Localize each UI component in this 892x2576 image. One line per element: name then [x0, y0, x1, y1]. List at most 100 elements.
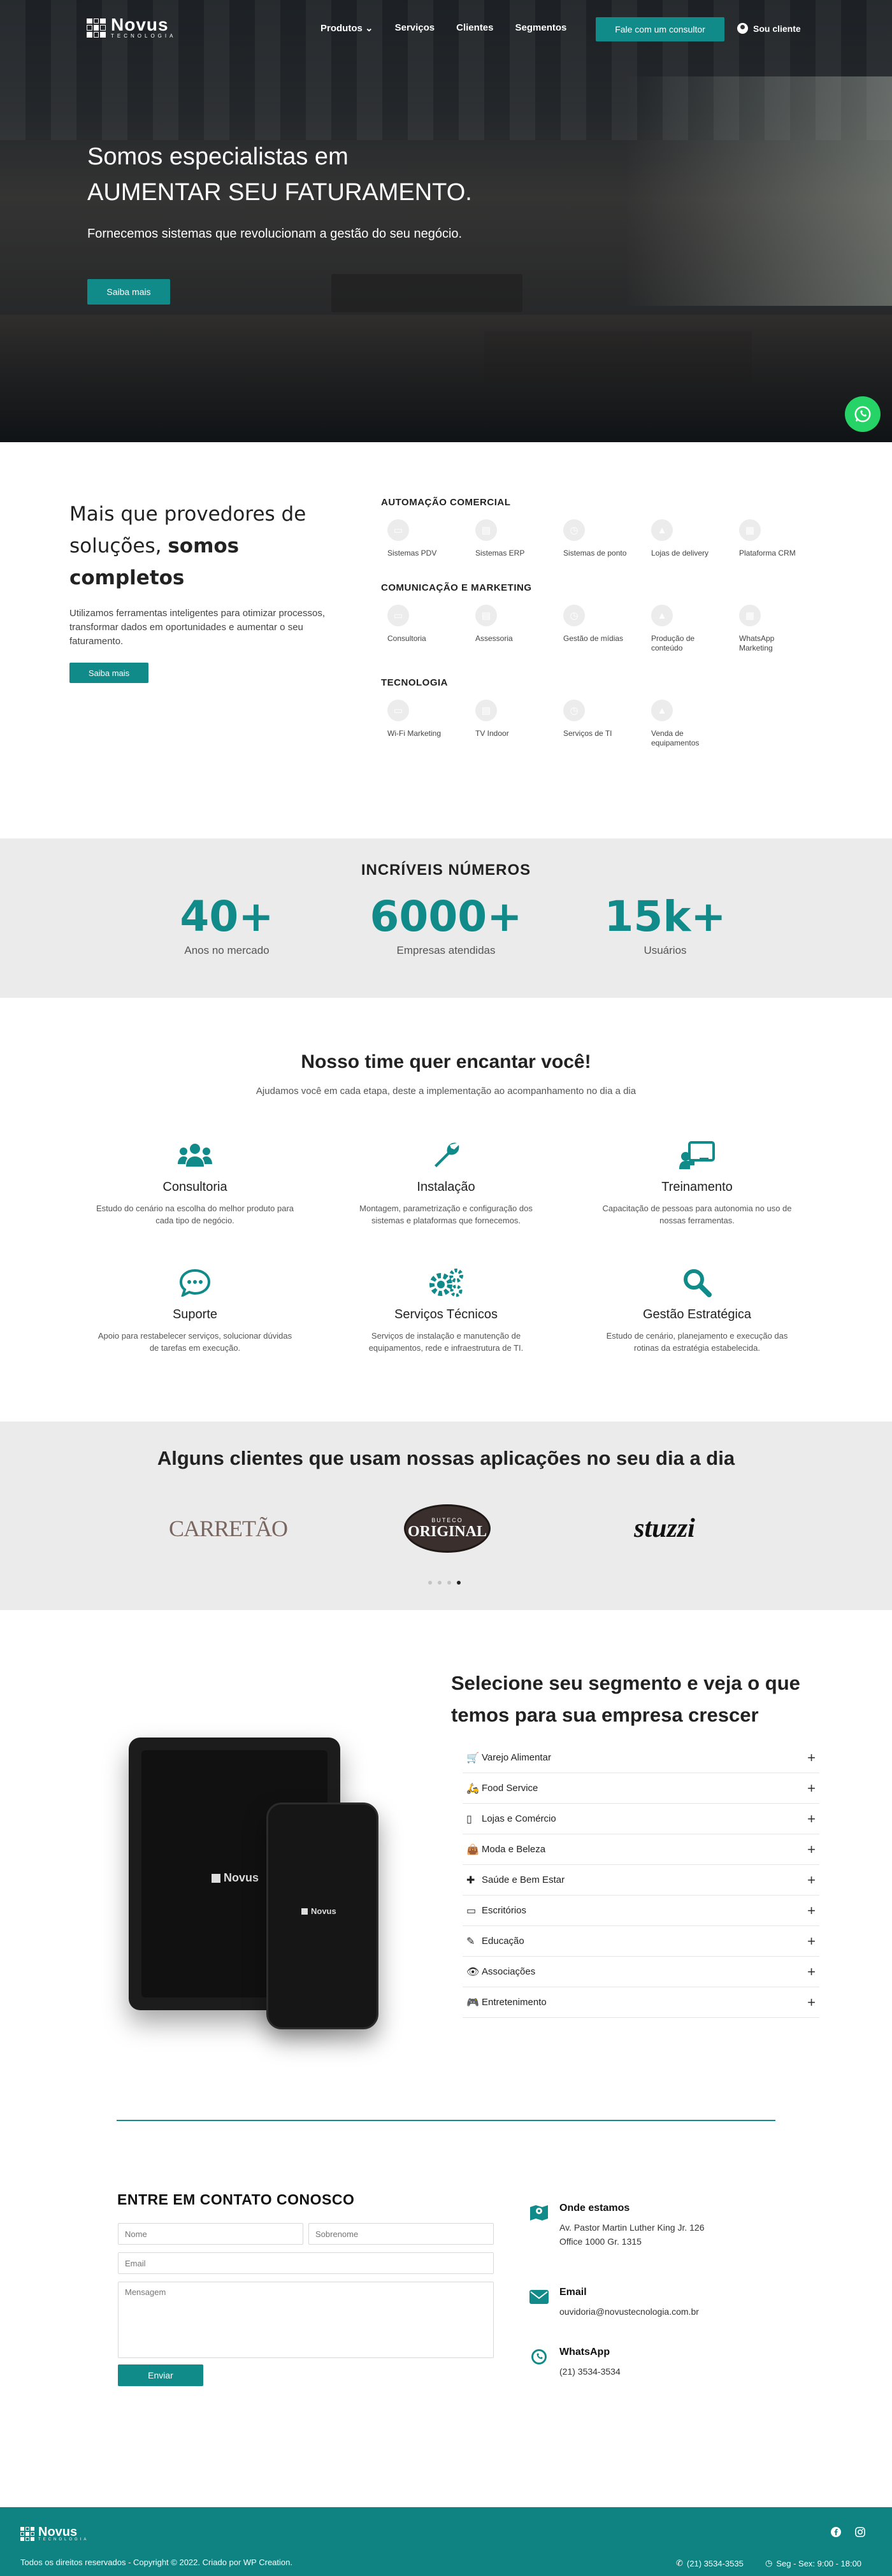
segment-item[interactable]: 👁 Associações + — [463, 1957, 819, 1987]
segment-label: Educação — [482, 1936, 524, 1946]
carousel-dot[interactable] — [438, 1581, 442, 1585]
segment-item[interactable]: 👜 Moda e Beleza + — [463, 1834, 819, 1865]
hero-learn-more-button[interactable]: Saiba mais — [87, 279, 170, 305]
category-item[interactable]: ▭ Sistemas PDV — [381, 519, 469, 558]
solutions-description: Utilizamos ferramentas inteligentes para… — [69, 608, 325, 647]
plus-icon: + — [807, 1902, 816, 1918]
category-item[interactable]: ▤ TV Indoor — [469, 700, 557, 748]
contact-location: Onde estamos Av. Pastor Martin Luther Ki… — [529, 2203, 705, 2249]
segment-label: Lojas e Comércio — [482, 1813, 556, 1824]
last-name-input[interactable] — [308, 2223, 494, 2245]
plus-icon: + — [807, 1749, 816, 1766]
category-item[interactable]: ▭ Wi-Fi Marketing — [381, 700, 469, 748]
category-item-label: Serviços de TI — [563, 729, 612, 738]
category-item[interactable]: ◷ Gestão de mídias — [557, 605, 645, 653]
talk-to-consultant-button[interactable]: Fale com um consultor — [596, 17, 724, 41]
hero-title: Somos especialistas em AUMENTAR SEU FATU… — [87, 143, 472, 206]
building-icon: ▯ — [466, 1813, 472, 1825]
solutions-categories: AUTOMAÇÃO COMERCIAL ▭ Sistemas PDV ▤ Sistema… — [381, 497, 827, 772]
footer-logo-name: Novus — [38, 2525, 78, 2539]
menu-servicos[interactable]: Serviços — [395, 22, 435, 34]
category-item[interactable]: ▤ Sistemas ERP — [469, 519, 557, 558]
service-name: Serviços Técnicos — [394, 1307, 498, 1321]
category-item[interactable]: ◷ Serviços de TI — [557, 700, 645, 748]
carousel-dot[interactable] — [447, 1581, 451, 1585]
carousel-dots — [428, 1581, 461, 1585]
segment-item[interactable]: ✚ Saúde e Bem Estar + — [463, 1865, 819, 1896]
product-icon: ▲ — [651, 605, 673, 626]
plus-icon: + — [807, 1994, 816, 2010]
segment-label: Associações — [482, 1966, 536, 1977]
numbers-title: INCRÍVEIS NÚMEROS — [361, 861, 531, 879]
stat-label: Usuários — [644, 944, 687, 956]
hero-subtitle: Fornecemos sistemas que revolucionam a g… — [87, 227, 463, 241]
email-input[interactable] — [118, 2252, 494, 2274]
segment-item[interactable]: ▭ Escritórios + — [463, 1896, 819, 1926]
menu-clientes[interactable]: Clientes — [456, 22, 493, 34]
category-title: TECNOLOGIA — [381, 677, 448, 688]
segments-title: Selecione seu segmento e veja o que temo… — [451, 1672, 800, 1726]
service-description: Apoio para restabelecer serviços, soluci… — [97, 1331, 292, 1353]
category-item[interactable]: ▤ Assessoria — [469, 605, 557, 653]
send-button[interactable]: Enviar — [118, 2364, 203, 2386]
instagram-icon[interactable] — [854, 2526, 866, 2538]
carousel-dot-active[interactable] — [457, 1581, 461, 1585]
category-item[interactable]: ▲ Lojas de delivery — [645, 519, 733, 558]
clients-section: Alguns clientes que usam nossas aplicaçõ… — [0, 1421, 892, 1610]
segments-accordion: 🛒 Varejo Alimentar + 🛵 Food Service + ▯ Lojas e… — [463, 1743, 819, 2018]
category-item-label: Consultoria — [387, 634, 426, 643]
clock-icon: ◷ — [765, 2558, 773, 2568]
product-icon: ▦ — [739, 605, 761, 626]
service-name: Consultoria — [162, 1180, 227, 1194]
divider — [117, 2120, 775, 2121]
handshake-icon: 👁 — [466, 1966, 480, 1978]
category-items: ▭ Sistemas PDV ▤ Sistemas ERP ◷ Sistemas de p… — [381, 519, 827, 558]
category-item[interactable]: ▦ WhatsApp Marketing — [733, 605, 821, 653]
category-item[interactable]: ▭ Consultoria — [381, 605, 469, 653]
chat-icon — [74, 1267, 316, 1299]
wrench-icon — [325, 1139, 567, 1171]
service-description: Estudo de cenário, planejamento e execuç… — [606, 1331, 788, 1353]
category-item[interactable]: ▦ Plataforma CRM — [733, 519, 821, 558]
first-name-input[interactable] — [118, 2223, 303, 2245]
service-name: Gestão Estratégica — [642, 1307, 752, 1321]
message-textarea[interactable] — [118, 2282, 494, 2358]
stat-users: 15k+ Usuários — [582, 895, 748, 957]
category-item-label: TV Indoor — [475, 729, 509, 738]
segment-item[interactable]: 🛵 Food Service + — [463, 1773, 819, 1804]
product-icon: ▦ — [739, 519, 761, 541]
footer-copyright: Todos os direitos reservados - Copyright… — [20, 2558, 292, 2567]
segment-item[interactable]: ✎ Educação + — [463, 1926, 819, 1957]
team-subtitle: Ajudamos você em cada etapa, deste a imp… — [255, 1086, 637, 1097]
whatsapp-number[interactable]: (21) 3534-3534 — [559, 2364, 621, 2378]
stat-value: 40+ — [180, 892, 274, 941]
footer-phone[interactable]: ✆ (21) 3534-3535 — [676, 2558, 744, 2568]
segment-item[interactable]: 🎮 Entretenimento + — [463, 1987, 819, 2018]
product-icon: ▭ — [387, 605, 409, 626]
category-item-label: Lojas de delivery — [651, 549, 709, 558]
segment-item[interactable]: 🛒 Varejo Alimentar + — [463, 1743, 819, 1773]
carousel-dot[interactable] — [428, 1581, 432, 1585]
category-item[interactable]: ▲ Venda de equipamentos — [645, 700, 733, 748]
facebook-icon[interactable] — [830, 2526, 842, 2538]
whatsapp-float-button[interactable] — [845, 396, 881, 432]
logo[interactable]: Novus TECNOLOGIA — [87, 15, 176, 39]
cart-icon: 🛒 — [466, 1752, 479, 1764]
tablet-logo: Novus — [212, 1871, 259, 1885]
category-item[interactable]: ▲ Produção de conteúdo — [645, 605, 733, 653]
category-item[interactable]: ◷ Sistemas de ponto — [557, 519, 645, 558]
client-login-link[interactable]: Sou cliente — [737, 23, 801, 34]
map-icon — [529, 2203, 549, 2223]
logo-name: Novus — [111, 15, 169, 34]
menu-produtos[interactable]: Produtos ⌄ — [320, 22, 373, 34]
solutions-section: Mais que provedores de soluções, somos c… — [0, 442, 892, 838]
category-item-label: Assessoria — [475, 634, 513, 643]
email-address[interactable]: ouvidoria@novustecnologia.com.br — [559, 2305, 699, 2319]
product-icon: ▭ — [387, 700, 409, 721]
solutions-learn-more-button[interactable]: Saiba mais — [69, 663, 148, 683]
menu-segmentos[interactable]: Segmentos — [515, 22, 567, 34]
service-description: Serviços de instalação e manutenção de e… — [368, 1331, 524, 1353]
segment-item[interactable]: ▯ Lojas e Comércio + — [463, 1804, 819, 1834]
category-items: ▭ Wi-Fi Marketing ▤ TV Indoor ◷ Serviços de T… — [381, 700, 827, 748]
footer-logo[interactable]: Novus TECNOLOGIA — [20, 2526, 89, 2542]
